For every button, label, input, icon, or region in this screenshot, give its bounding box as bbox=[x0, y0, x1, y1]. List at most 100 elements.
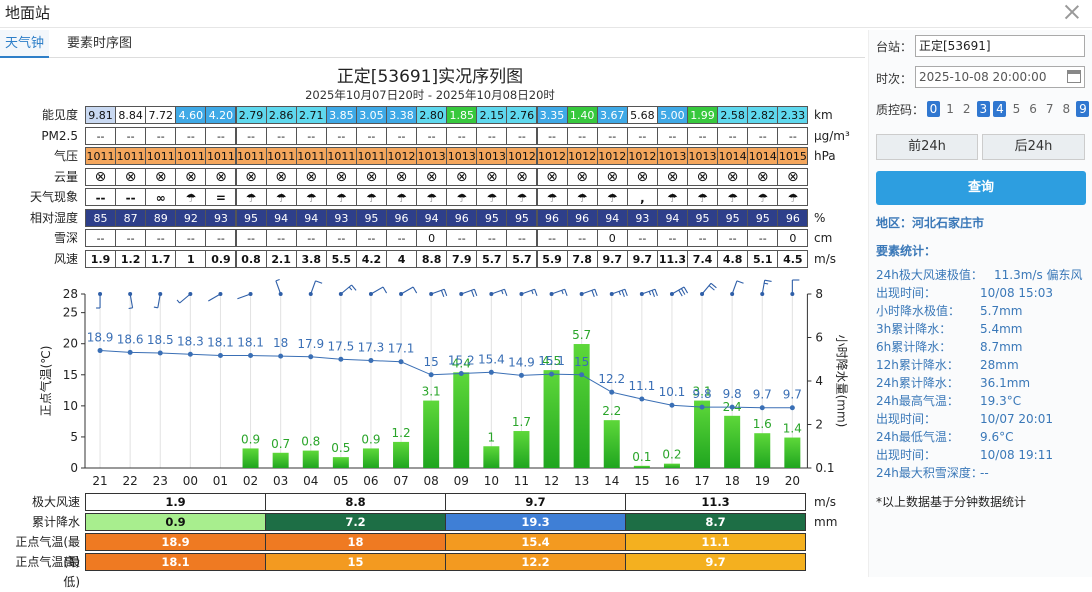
table-cell: -- bbox=[205, 126, 237, 145]
table-cell: 92 bbox=[175, 208, 207, 227]
table-cell: 94 bbox=[265, 208, 297, 227]
tab-bar: 天气钟 要素时序图 bbox=[0, 30, 865, 58]
qc-code-2[interactable]: 2 bbox=[960, 101, 973, 117]
next-24h-button[interactable]: 后24h bbox=[982, 134, 1085, 160]
summary-cell: 8.8 bbox=[265, 493, 446, 511]
qc-code-4[interactable]: 4 bbox=[993, 101, 1007, 117]
tab-element-timeseries[interactable]: 要素时序图 bbox=[62, 30, 137, 58]
calendar-icon[interactable] bbox=[1067, 70, 1081, 83]
qc-code-5[interactable]: 5 bbox=[1010, 101, 1023, 117]
stat-value: 19.3°C bbox=[980, 394, 1022, 408]
stat-row: 24h最低气温： 9.6°C bbox=[876, 428, 1013, 446]
table-cell: -- bbox=[325, 229, 357, 247]
table-cell: 1013 bbox=[446, 147, 478, 165]
chart-svg: 0510152025280.12468正点气温(℃) 小时降水量(mm)21 22 2… bbox=[38, 278, 848, 488]
qc-code-0[interactable]: 0 bbox=[927, 101, 940, 117]
qc-code-6[interactable]: 6 bbox=[1027, 101, 1040, 117]
table-cell: -- bbox=[145, 126, 177, 145]
temperature-label: 17.1 bbox=[388, 342, 415, 356]
precip-bar bbox=[754, 433, 771, 468]
temperature-point bbox=[549, 371, 555, 377]
table-cell: -- bbox=[115, 188, 147, 206]
wind-barb bbox=[338, 284, 357, 296]
stat-row: 24h最高气温： 19.3°C bbox=[876, 392, 1021, 410]
table-cell: 1011 bbox=[175, 147, 207, 165]
table-cell: -- bbox=[235, 126, 267, 145]
wind-barb bbox=[639, 288, 658, 298]
qc-code-1[interactable]: 1 bbox=[944, 101, 957, 117]
table-cell: 3.35 bbox=[536, 106, 568, 124]
qc-code-3[interactable]: 3 bbox=[976, 101, 990, 117]
prev-24h-button[interactable]: 前24h bbox=[876, 134, 978, 160]
wind-barb bbox=[609, 288, 628, 298]
table-cell: 2.76 bbox=[506, 106, 538, 124]
table-cell: 85 bbox=[85, 208, 117, 227]
temperature-label: 18.3 bbox=[177, 334, 204, 348]
wind-barb bbox=[700, 282, 717, 296]
table-cell: 7.4 bbox=[687, 249, 719, 268]
time-input-value: 2025-10-08 20:00:00 bbox=[919, 70, 1047, 84]
table-cell: -- bbox=[506, 229, 538, 247]
table-cell: 2.71 bbox=[295, 106, 327, 124]
table-cell: 1013 bbox=[416, 147, 448, 165]
tab-weather-clock[interactable]: 天气钟 bbox=[0, 30, 50, 58]
x-tick-label: 04 bbox=[303, 474, 318, 488]
sidebar: 台站： 正定[53691] 时次： 2025-10-08 20:00:00 质控… bbox=[868, 30, 1092, 577]
x-tick-label: 15 bbox=[634, 474, 649, 488]
table-cell: ⊗ bbox=[355, 167, 387, 186]
row-unit: m/s bbox=[814, 251, 836, 266]
table-cell: 1.99 bbox=[687, 106, 719, 124]
station-label: 台站： bbox=[876, 40, 913, 54]
temperature-label: 15 bbox=[574, 355, 589, 369]
table-cell: -- bbox=[506, 126, 538, 145]
precip-bar bbox=[393, 441, 410, 468]
table-cell: 5.7 bbox=[506, 249, 538, 268]
table-cell: -- bbox=[446, 229, 478, 247]
close-icon[interactable] bbox=[1064, 4, 1080, 20]
temperature-label: 9.7 bbox=[783, 388, 802, 402]
table-cell: -- bbox=[416, 126, 448, 145]
precip-bar bbox=[543, 370, 560, 468]
table-cell: 2.33 bbox=[777, 106, 809, 124]
stat-label: 24h最低气温： bbox=[876, 430, 959, 444]
table-cell: 1012 bbox=[626, 147, 658, 165]
table-cell: 96 bbox=[777, 208, 809, 227]
table-cell: ☂ bbox=[747, 188, 779, 206]
temperature-point bbox=[398, 359, 404, 365]
table-cell: ☂ bbox=[506, 188, 538, 206]
stat-row: 12h累计降水： 28mm bbox=[876, 356, 1019, 374]
table-cell: 1013 bbox=[476, 147, 508, 165]
table-cell: -- bbox=[656, 126, 688, 145]
wind-barb bbox=[669, 286, 689, 297]
qc-label: 质控码： bbox=[876, 103, 925, 117]
qc-code-7[interactable]: 7 bbox=[1043, 101, 1056, 117]
query-button[interactable]: 查询 bbox=[876, 171, 1086, 205]
precip-bar bbox=[362, 448, 379, 468]
time-input[interactable]: 2025-10-08 20:00:00 bbox=[915, 66, 1085, 88]
row-label: 天气现象 bbox=[29, 190, 78, 204]
station-input[interactable]: 正定[53691] bbox=[915, 35, 1085, 57]
table-cell: ⊗ bbox=[265, 167, 297, 186]
table-cell: 1012 bbox=[506, 147, 538, 165]
stat-value: 28mm bbox=[980, 358, 1019, 372]
table-cell: ⊗ bbox=[235, 167, 267, 186]
row-label: PM2.5 bbox=[41, 128, 78, 143]
wind-barb bbox=[579, 288, 598, 298]
table-cell: ⊗ bbox=[175, 167, 207, 186]
table-cell: -- bbox=[235, 229, 267, 247]
stat-value: -- bbox=[980, 466, 989, 480]
stats-title: 要素统计： bbox=[876, 244, 937, 258]
table-cell: 1.40 bbox=[566, 106, 598, 124]
chart-title: 正定[53691]实况序列图 bbox=[336, 67, 524, 87]
summary-cell: 18.9 bbox=[85, 533, 266, 551]
table-cell: -- bbox=[626, 229, 658, 247]
y2-axis-label: 小时降水量(mm) bbox=[834, 335, 848, 428]
table-cell: ☂ bbox=[536, 188, 568, 206]
table-cell: 94 bbox=[656, 208, 688, 227]
qc-code-8[interactable]: 8 bbox=[1060, 101, 1073, 117]
precip-bar bbox=[633, 465, 650, 468]
x-tick-label: 08 bbox=[424, 474, 439, 488]
qc-code-9[interactable]: 9 bbox=[1076, 101, 1090, 117]
table-cell: ⊗ bbox=[446, 167, 478, 186]
table-cell: -- bbox=[115, 126, 147, 145]
